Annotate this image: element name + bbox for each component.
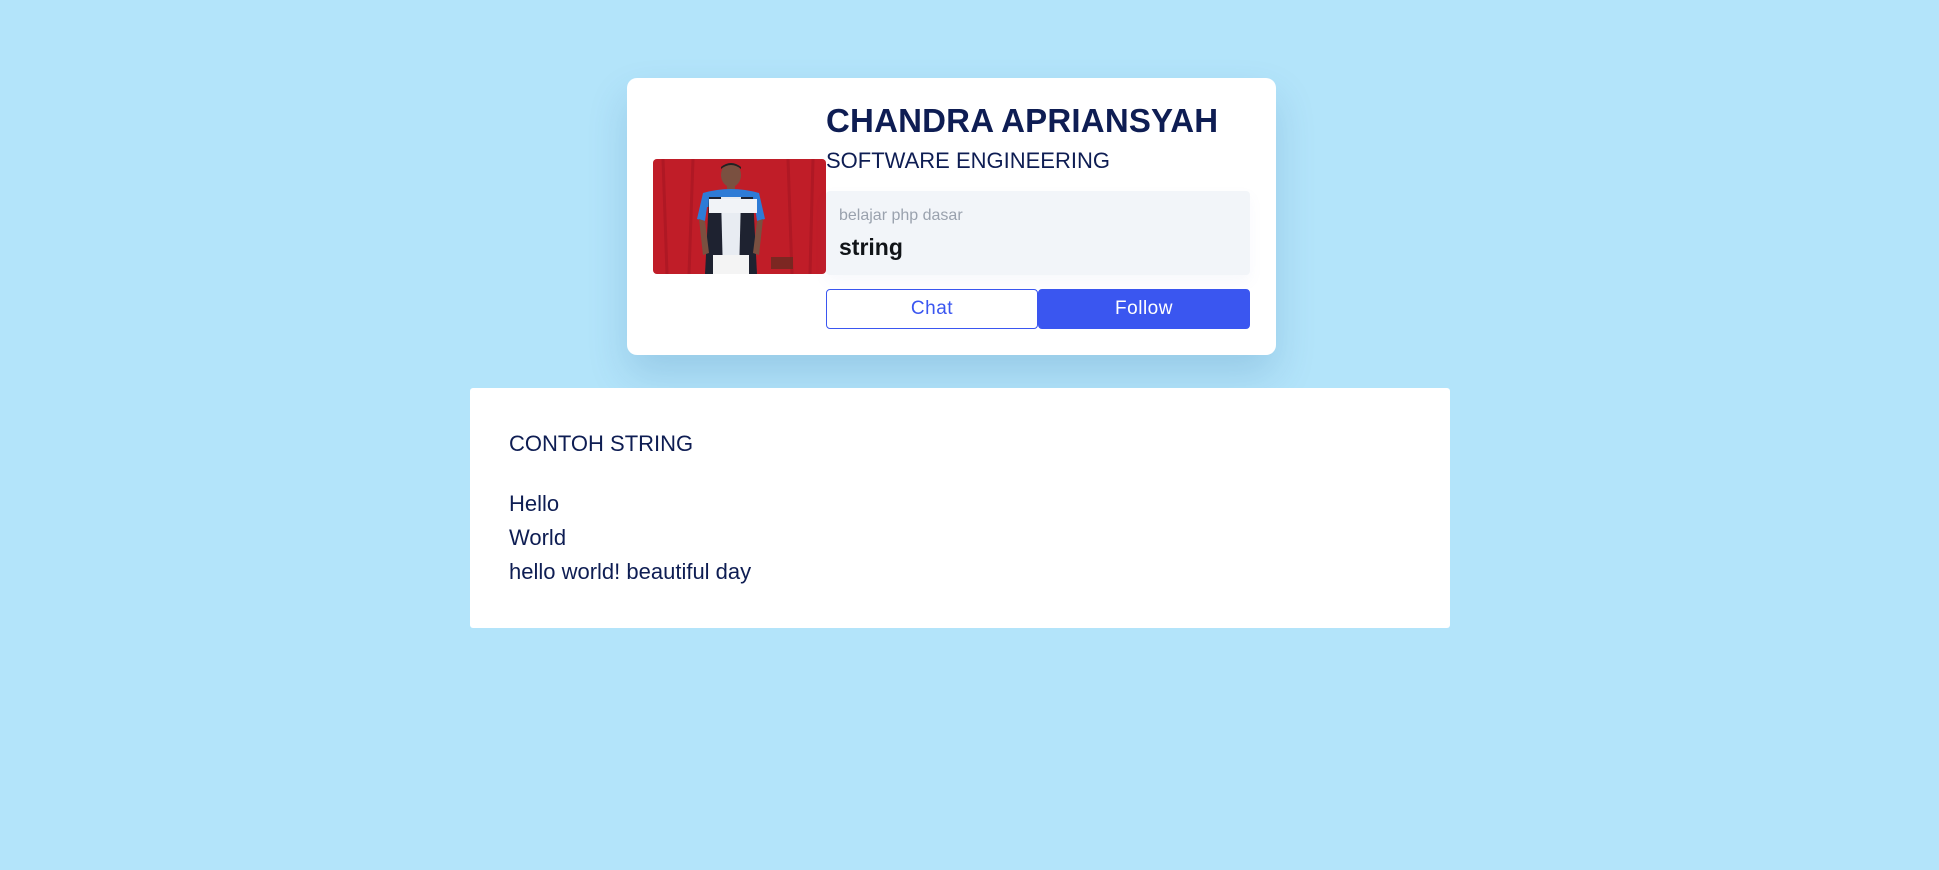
info-label: belajar php dasar <box>839 207 963 224</box>
content-card: CONTOH STRING Hello World hello world! b… <box>470 388 1450 628</box>
page: { "profile": { "name": "CHANDRA APRIANSY… <box>0 0 1939 870</box>
info-value: string <box>839 234 903 260</box>
follow-button[interactable]: Follow <box>1038 289 1250 329</box>
profile-photo <box>653 159 826 274</box>
profile-name: CHANDRA APRIANSYAH <box>826 102 1219 139</box>
section-title: CONTOH STRING <box>509 431 694 456</box>
output-line: Hello <box>509 491 560 516</box>
profile-card: CHANDRA APRIANSYAH SOFTWARE ENGINEERING … <box>627 78 1276 355</box>
info-box: belajar php dasar string <box>826 191 1250 275</box>
output-line: World <box>509 525 567 550</box>
chat-button[interactable]: Chat <box>826 289 1038 329</box>
profile-role: SOFTWARE ENGINEERING <box>826 148 1110 173</box>
profile-photo-image <box>653 159 826 274</box>
output-line: hello world! beautiful day <box>509 559 752 584</box>
